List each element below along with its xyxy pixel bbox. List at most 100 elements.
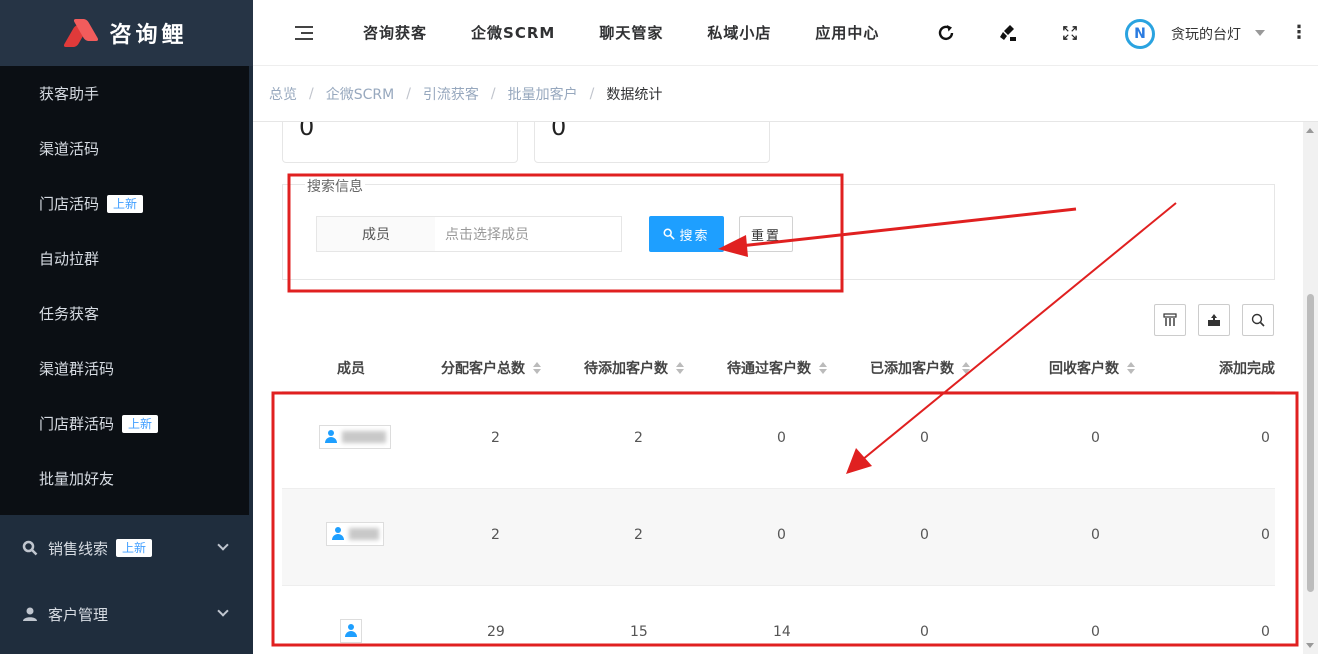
sort-icon[interactable] bbox=[676, 362, 684, 374]
breadcrumb-batch-add[interactable]: 批量加客户 bbox=[508, 84, 578, 104]
nav-scrm[interactable]: 企微SCRM bbox=[471, 22, 555, 43]
sidebar-item-label: 门店活码 bbox=[39, 195, 100, 213]
search-icon bbox=[663, 228, 676, 240]
user-icon bbox=[331, 527, 345, 541]
table-search-icon[interactable] bbox=[1242, 304, 1274, 336]
sort-icon[interactable] bbox=[533, 362, 541, 374]
breadcrumb-current: 数据统计 bbox=[606, 87, 663, 103]
breadcrumb-scrm[interactable]: 企微SCRM bbox=[326, 84, 394, 104]
sidebar-item-channel-group-code[interactable]: 渠道群活码 bbox=[0, 341, 249, 396]
cell-pending-add: 15 bbox=[630, 624, 648, 640]
cell-assigned-total: 2 bbox=[491, 430, 500, 446]
fullscreen-icon[interactable] bbox=[1059, 22, 1081, 44]
new-badge: 上新 bbox=[107, 194, 144, 213]
stat-value: 0 bbox=[299, 122, 315, 141]
more-vertical-icon[interactable]: ⋮ bbox=[1290, 22, 1308, 43]
cell-pending-add: 2 bbox=[634, 527, 643, 543]
brand-logo-icon bbox=[63, 15, 101, 51]
caret-down-icon[interactable] bbox=[1255, 30, 1265, 36]
cell-added: 0 bbox=[920, 624, 929, 640]
stat-card: 0 bbox=[534, 122, 770, 163]
cell-add-complete: 0 bbox=[1261, 624, 1270, 640]
column-header-pending-approve[interactable]: 待通过客户数 bbox=[727, 358, 827, 378]
table-row[interactable]: 2 2 0 0 0 0 bbox=[282, 391, 1275, 488]
sidebar-item-task-acquisition[interactable]: 任务获客 bbox=[0, 286, 249, 341]
breadcrumb-lead-acquisition[interactable]: 引流获客 bbox=[423, 84, 479, 104]
column-header-recycled[interactable]: 回收客户数 bbox=[1049, 358, 1135, 378]
top-navbar: 咨询获客 企微SCRM 聊天管家 私域小店 应用中心 N 贪玩的台灯 ⋮ bbox=[253, 0, 1318, 66]
stat-card: 0 bbox=[282, 122, 518, 163]
cell-recycled: 0 bbox=[1091, 430, 1100, 446]
sidebar-item-acquisition-assistant[interactable]: 获客助手 bbox=[0, 66, 249, 121]
page-scrollbar[interactable] bbox=[1303, 122, 1318, 654]
cell-add-complete: 0 bbox=[1261, 527, 1270, 543]
nav-consult-acquisition[interactable]: 咨询获客 bbox=[363, 22, 427, 43]
scroll-down-icon[interactable] bbox=[1306, 643, 1314, 648]
nav-chat-manager[interactable]: 聊天管家 bbox=[599, 22, 663, 43]
nav-private-shop[interactable]: 私域小店 bbox=[707, 22, 771, 43]
reset-button[interactable]: 重置 bbox=[739, 216, 793, 252]
cell-pending-approve: 14 bbox=[773, 624, 791, 640]
brush-icon[interactable] bbox=[997, 22, 1019, 44]
sidebar-menu-label: 客户管理 bbox=[48, 605, 109, 624]
sidebar-item-auto-group[interactable]: 自动拉群 bbox=[0, 231, 249, 286]
cell-assigned-total: 2 bbox=[491, 527, 500, 543]
sidebar-item-label: 门店群活码 bbox=[39, 415, 115, 433]
column-header-add-complete[interactable]: 添加完成 bbox=[1219, 358, 1275, 378]
member-label: 成员 bbox=[316, 216, 436, 252]
columns-icon[interactable] bbox=[1154, 304, 1186, 336]
cell-pending-add: 2 bbox=[634, 430, 643, 446]
table-row[interactable]: 2 2 0 0 0 0 bbox=[282, 488, 1275, 585]
scroll-up-icon[interactable] bbox=[1306, 128, 1314, 133]
scrollbar-thumb[interactable] bbox=[1307, 294, 1314, 592]
logo[interactable]: 咨询鲤 bbox=[0, 0, 253, 66]
cell-recycled: 0 bbox=[1091, 527, 1100, 543]
avatar[interactable]: N bbox=[1125, 19, 1155, 49]
sort-icon[interactable] bbox=[962, 362, 970, 374]
column-header-member[interactable]: 成员 bbox=[337, 358, 365, 378]
sort-icon[interactable] bbox=[1127, 362, 1135, 374]
search-button[interactable]: 搜索 bbox=[649, 216, 724, 252]
avatar-letter: N bbox=[1134, 26, 1146, 42]
username[interactable]: 贪玩的台灯 bbox=[1171, 24, 1241, 44]
sidebar-menu-customer-management[interactable]: 客户管理 bbox=[0, 581, 253, 647]
sidebar-menu-sales-leads[interactable]: 销售线索 上新 bbox=[0, 515, 253, 581]
stat-value: 0 bbox=[551, 122, 567, 141]
sidebar-item-store-group-code[interactable]: 门店群活码 上新 bbox=[0, 396, 249, 451]
table-row[interactable]: 29 15 14 0 0 0 bbox=[282, 585, 1275, 654]
brand-name: 咨询鲤 bbox=[109, 23, 188, 48]
search-button-label: 搜索 bbox=[679, 228, 710, 244]
sort-icon[interactable] bbox=[819, 362, 827, 374]
sidebar-item-label: 任务获客 bbox=[39, 305, 100, 323]
column-header-added[interactable]: 已添加客户数 bbox=[870, 358, 970, 378]
refresh-icon[interactable] bbox=[935, 22, 957, 44]
member-chip[interactable] bbox=[319, 425, 391, 449]
nav-app-center[interactable]: 应用中心 bbox=[815, 22, 879, 43]
column-header-label: 待通过客户数 bbox=[727, 361, 811, 377]
sidebar-item-store-code[interactable]: 门店活码 上新 bbox=[0, 176, 249, 231]
column-header-assigned-total[interactable]: 分配客户总数 bbox=[441, 358, 541, 378]
search-legend: 搜索信息 bbox=[305, 176, 365, 196]
sidebar: 咨询鲤 获客助手 渠道活码 门店活码 上新 自动拉群 任务获客 渠道群活码 门店群… bbox=[0, 0, 253, 654]
chevron-down-icon bbox=[217, 539, 229, 551]
member-select-input[interactable]: 点击选择成员 bbox=[435, 216, 622, 252]
sidebar-item-label: 自动拉群 bbox=[39, 250, 100, 268]
member-chip[interactable] bbox=[326, 522, 384, 546]
user-icon bbox=[324, 430, 338, 444]
cell-pending-approve: 0 bbox=[777, 430, 786, 446]
chevron-down-icon bbox=[217, 605, 229, 617]
column-header-pending-add[interactable]: 待添加客户数 bbox=[584, 358, 684, 378]
blurred-name bbox=[342, 431, 386, 443]
export-icon[interactable] bbox=[1198, 304, 1230, 336]
collapse-menu-icon[interactable] bbox=[295, 25, 315, 40]
column-header-label: 回收客户数 bbox=[1049, 361, 1119, 377]
sidebar-item-batch-add-friends[interactable]: 批量加好友 bbox=[0, 451, 249, 506]
cell-added: 0 bbox=[920, 527, 929, 543]
column-header-label: 已添加客户数 bbox=[870, 361, 954, 377]
member-chip[interactable] bbox=[340, 619, 362, 643]
column-header-label: 添加完成 bbox=[1219, 361, 1275, 377]
sidebar-item-channel-code[interactable]: 渠道活码 bbox=[0, 121, 249, 176]
sidebar-item-label: 获客助手 bbox=[39, 85, 100, 103]
breadcrumb-overview[interactable]: 总览 bbox=[269, 84, 297, 104]
submenu: 获客助手 渠道活码 门店活码 上新 自动拉群 任务获客 渠道群活码 门店群活码 上新… bbox=[0, 66, 249, 515]
